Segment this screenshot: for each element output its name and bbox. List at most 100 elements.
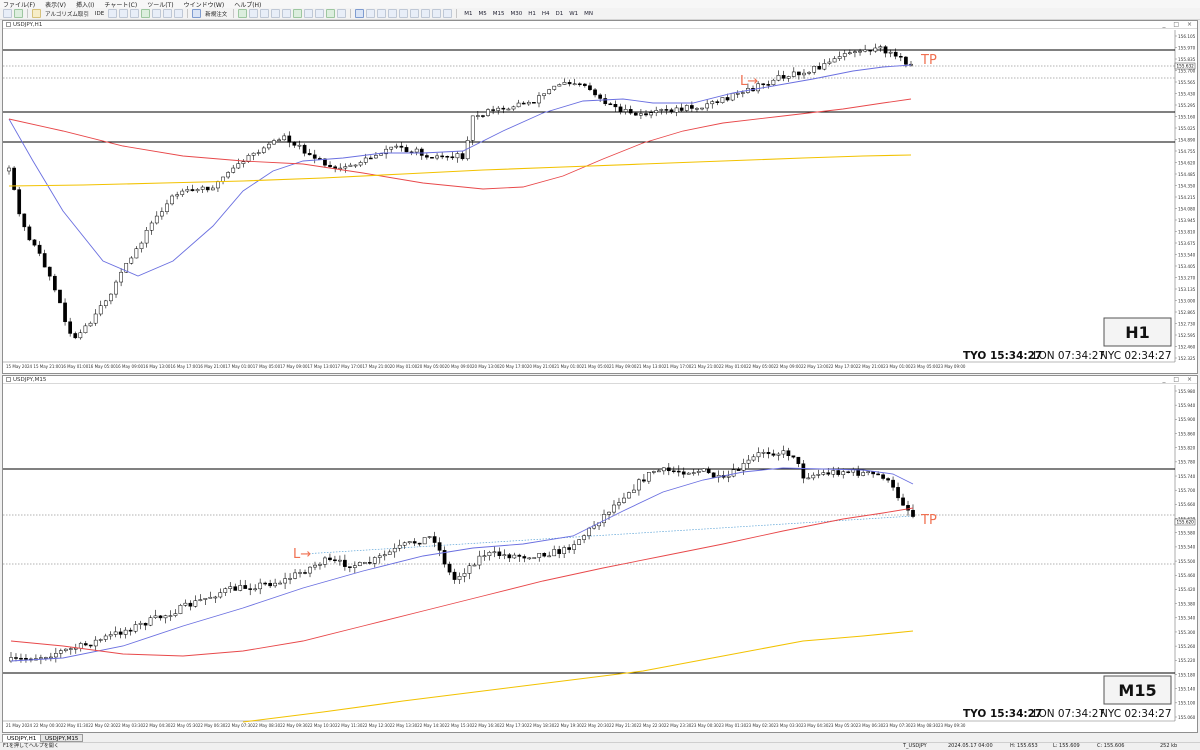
candle-body — [639, 113, 643, 116]
indicators-icon[interactable] — [326, 9, 336, 18]
candle-body — [210, 187, 215, 191]
algo-trading-icon[interactable] — [32, 9, 41, 18]
autoscroll-icon[interactable] — [304, 9, 314, 18]
bar-chart-icon[interactable] — [238, 9, 248, 18]
timeframe-h1[interactable]: H1 — [525, 11, 539, 17]
candle-body — [871, 471, 875, 475]
candlestick-icon[interactable] — [249, 9, 259, 18]
market-watch-icon[interactable] — [119, 9, 129, 18]
tester-icon[interactable] — [152, 9, 162, 18]
timeframe-m15[interactable]: M15 — [490, 11, 508, 17]
vertical-line-icon[interactable] — [377, 9, 387, 18]
chart-window-m15[interactable]: USDJPY,M15 _ □ × 155.980 155.940 155.900 15… — [2, 375, 1198, 733]
terminal-icon[interactable] — [141, 9, 151, 18]
candle-body — [806, 477, 811, 480]
new-order-icon[interactable] — [192, 9, 202, 18]
candle-body — [756, 452, 761, 458]
tab-usdjpy-m15[interactable]: USDJPY,M15 — [40, 734, 84, 742]
candle-body — [22, 213, 27, 228]
price-tick-label: 155.780 — [1178, 460, 1196, 465]
crosshair-icon[interactable] — [366, 9, 376, 18]
navigator-icon[interactable] — [130, 9, 140, 18]
signals-icon[interactable] — [163, 9, 173, 18]
candle-body — [226, 172, 230, 178]
candle-body — [735, 93, 740, 95]
metaeditor-icon[interactable] — [108, 9, 118, 18]
candle-body — [807, 72, 811, 74]
grid-icon[interactable] — [293, 9, 303, 18]
price-tick-label: 155.860 — [1178, 431, 1196, 436]
clock-nyc: NYC 02:34:27 — [1100, 708, 1172, 720]
candle-body — [715, 101, 720, 103]
candle-body — [486, 109, 490, 116]
market-icon[interactable] — [174, 9, 184, 18]
timeframe-m30[interactable]: M30 — [507, 11, 525, 17]
ide-button[interactable]: IDE — [93, 11, 106, 17]
candle-body — [258, 582, 263, 590]
text-icon[interactable] — [432, 9, 442, 18]
time-tick-label: 22 May 11:30 — [335, 723, 363, 728]
price-tick-label: 155.140 — [1178, 686, 1196, 691]
candle-body — [674, 107, 679, 113]
candle-body — [231, 167, 236, 173]
fibonacci-icon[interactable] — [421, 9, 431, 18]
candle-body — [612, 504, 616, 513]
candle-body — [440, 155, 445, 158]
time-tick-label: 23 May 06:30 — [856, 723, 884, 728]
trendline-icon[interactable] — [399, 9, 409, 18]
chart-shift-icon[interactable] — [315, 9, 325, 18]
new-chart-icon[interactable] — [3, 9, 12, 18]
candle-body — [103, 635, 108, 640]
candle-body — [496, 107, 501, 111]
chart-window-h1[interactable]: USDJPY,H1 _ □ × 156.105 155.970 155.835 155… — [2, 20, 1198, 374]
candle-body — [7, 167, 11, 172]
candle-body — [374, 155, 378, 159]
time-tick-label: 22 May 05:00 — [746, 364, 774, 369]
candle-body — [628, 109, 633, 114]
candle-body — [642, 479, 646, 482]
candle-body — [853, 51, 857, 53]
candle-body — [63, 302, 67, 322]
new-order-button[interactable]: 新規注文 — [203, 10, 229, 18]
chart-canvas-m15[interactable]: 155.980 155.940 155.900 155.860 155.820 155.7… — [3, 376, 1199, 734]
line-chart-icon[interactable] — [260, 9, 270, 18]
ma-yellow-line — [8, 154, 912, 187]
timeframe-m1[interactable]: M1 — [461, 11, 475, 17]
chart-canvas-h1[interactable]: 156.105155.970155.835155.700155.565155.4… — [3, 21, 1199, 375]
ma-blue-line — [8, 64, 912, 277]
candle-body — [228, 586, 233, 589]
templates-icon[interactable] — [337, 9, 347, 18]
tab-usdjpy-h1[interactable]: USDJPY,H1 — [2, 734, 42, 742]
timeframe-box-label: H1 — [1125, 323, 1150, 342]
price-tick-label: 155.940 — [1178, 403, 1196, 408]
candle-body — [58, 289, 62, 304]
timeframe-h4[interactable]: H4 — [539, 11, 553, 17]
candle-body — [878, 46, 883, 49]
candle-body — [118, 631, 123, 635]
cursor-icon[interactable] — [355, 9, 365, 18]
candle-body — [248, 588, 253, 590]
profiles-icon[interactable] — [14, 9, 23, 18]
zoom-in-icon[interactable] — [271, 9, 281, 18]
shapes-icon[interactable] — [443, 9, 453, 18]
time-tick-label: 22 May 06:30 — [198, 723, 226, 728]
candle-body — [695, 108, 699, 110]
candle-body — [158, 615, 163, 619]
candle-body — [706, 468, 711, 474]
time-tick-label: 22 May 17:30 — [499, 723, 527, 728]
horizontal-line-icon[interactable] — [388, 9, 398, 18]
candle-body — [812, 65, 817, 73]
timeframe-m5[interactable]: M5 — [475, 11, 489, 17]
candle-body — [160, 211, 164, 217]
candle-body — [399, 145, 404, 148]
zoom-out-icon[interactable] — [282, 9, 292, 18]
candle-body — [278, 582, 282, 585]
timeframe-w1[interactable]: W1 — [566, 11, 581, 17]
candle-body — [679, 107, 684, 111]
candle-body — [203, 598, 208, 600]
timeframe-mn[interactable]: MN — [581, 11, 596, 17]
timeframe-d1[interactable]: D1 — [552, 11, 566, 17]
algo-trading-button[interactable]: アルゴリズム取引 — [43, 10, 91, 18]
candle-body — [24, 657, 28, 660]
channel-icon[interactable] — [410, 9, 420, 18]
